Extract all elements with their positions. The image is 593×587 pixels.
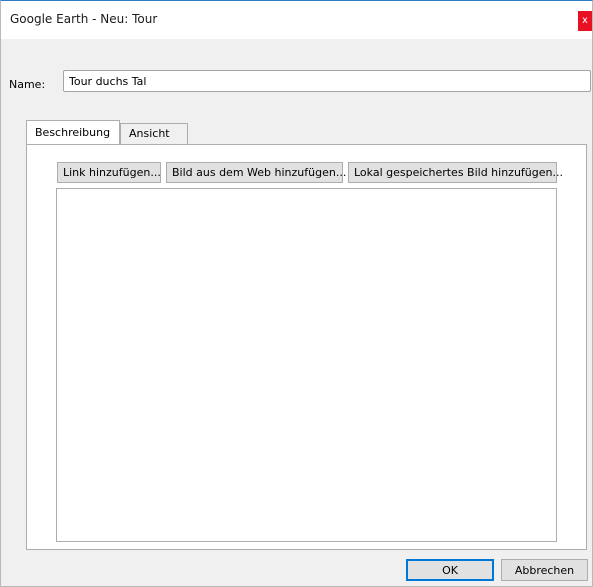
ok-button[interactable]: OK <box>406 559 494 581</box>
name-label: Name: <box>9 78 46 91</box>
add-web-image-button[interactable]: Bild aus dem Web hinzufügen... <box>166 162 346 183</box>
title-bar[interactable]: Google Earth - Neu: Tour x <box>1 1 592 39</box>
tab-ansicht[interactable]: Ansicht <box>120 123 188 144</box>
close-icon: x <box>582 15 588 26</box>
description-tab-panel: Link hinzufügen... Bild aus dem Web hinz… <box>26 144 587 550</box>
add-link-button[interactable]: Link hinzufügen... <box>57 162 161 183</box>
tab-beschreibung[interactable]: Beschreibung <box>26 120 120 144</box>
new-tour-dialog: Google Earth - Neu: Tour x Name: Beschre… <box>0 0 593 587</box>
cancel-button[interactable]: Abbrechen <box>501 559 588 581</box>
close-button[interactable]: x <box>578 11 592 31</box>
window-title: Google Earth - Neu: Tour <box>10 12 158 26</box>
add-local-image-button[interactable]: Lokal gespeichertes Bild hinzufügen... <box>348 162 563 183</box>
name-input[interactable] <box>63 70 591 92</box>
description-editor[interactable] <box>56 188 557 542</box>
